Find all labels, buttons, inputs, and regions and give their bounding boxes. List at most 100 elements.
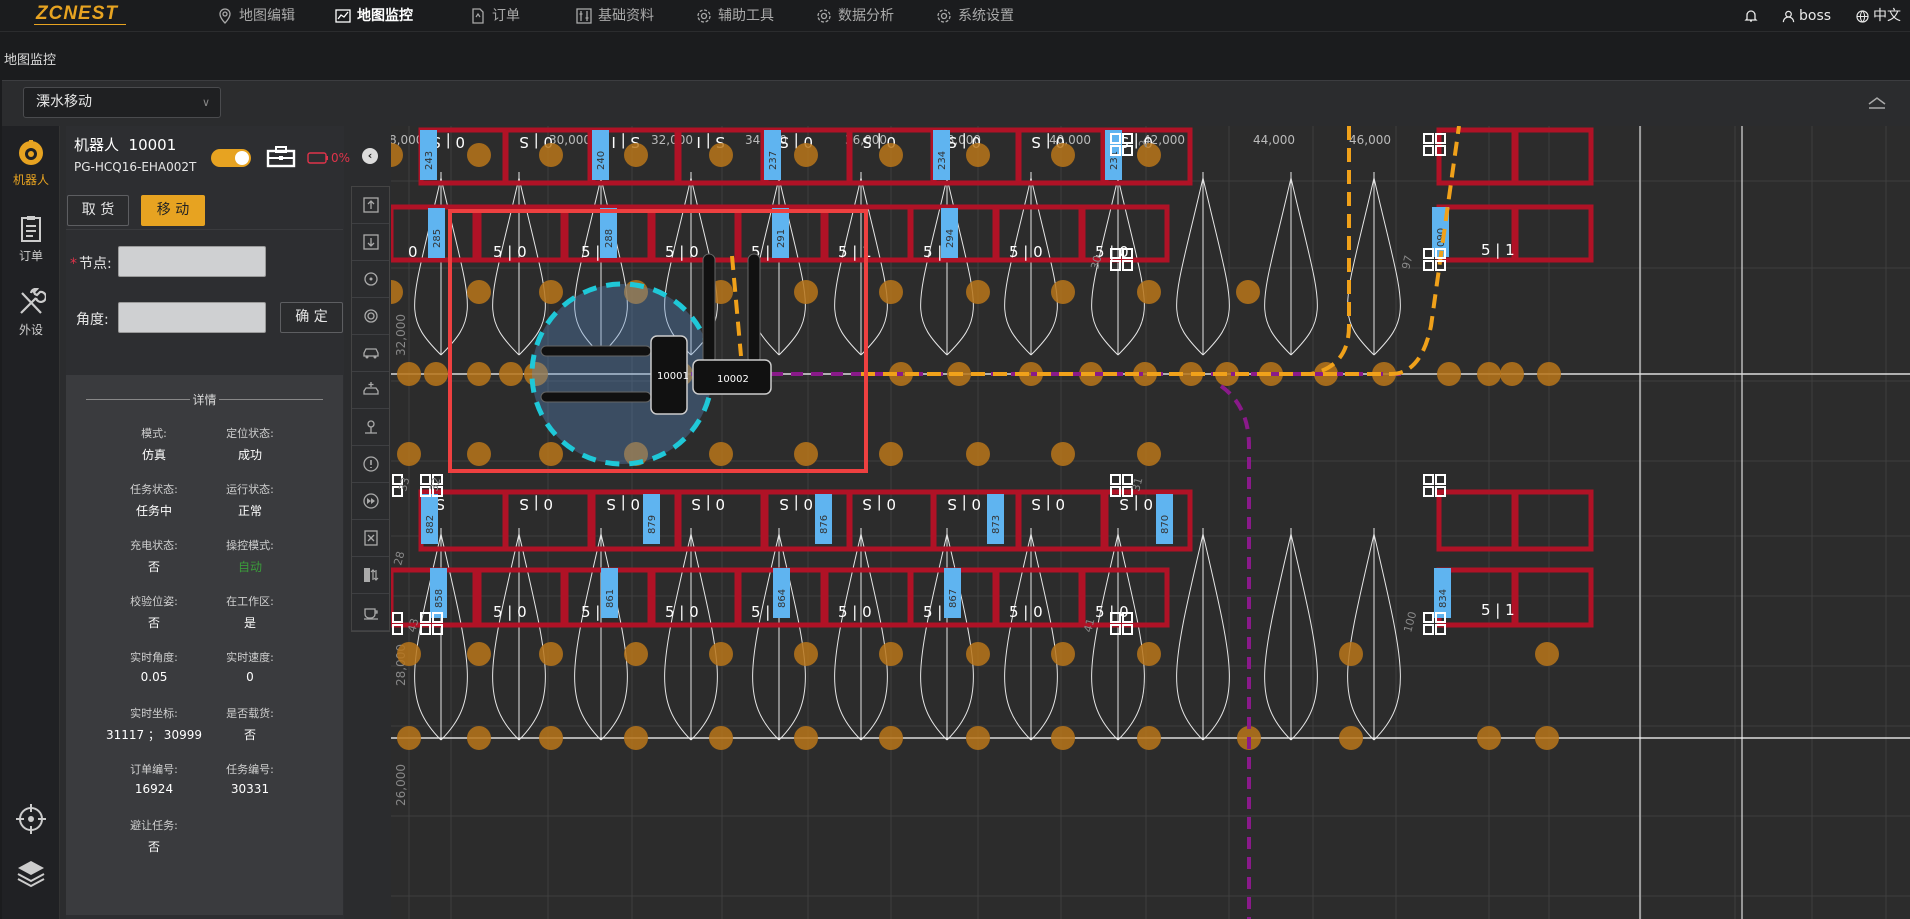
path-node <box>794 143 818 167</box>
nav-label: 数据分析 <box>838 8 894 24</box>
rail-item-orders[interactable]: 订单 <box>2 214 60 264</box>
path-node <box>794 726 818 750</box>
nav-system-settings[interactable]: 系统设置 <box>936 0 1014 32</box>
rack-id-text: 876 <box>819 515 830 534</box>
qr-cell <box>1423 145 1434 156</box>
nav-map-edit[interactable]: 地图编辑 <box>217 0 295 32</box>
target-tool-button[interactable] <box>352 261 389 298</box>
route-curve <box>664 533 692 741</box>
area-select[interactable]: 溧水移动 ∨ <box>23 87 221 118</box>
path-node <box>1236 280 1260 304</box>
path-node <box>539 726 563 750</box>
path-node <box>397 726 421 750</box>
nav-label: 订单 <box>492 8 520 24</box>
route-curve <box>1004 533 1032 741</box>
path-node <box>879 642 903 666</box>
path-node <box>1500 362 1524 386</box>
path-node <box>424 362 448 386</box>
clear-icon <box>363 530 378 546</box>
upload-tool-button[interactable] <box>352 187 389 224</box>
nav-orders[interactable]: 订单 <box>470 0 520 32</box>
robot-title: 机器人 10001 <box>74 136 177 154</box>
slot-status-label: 5 | 0 <box>493 243 527 261</box>
collapse-toolbar-button[interactable] <box>1866 94 1888 110</box>
language-switch[interactable]: 中文 <box>1856 0 1901 32</box>
car-add-tool-button[interactable] <box>352 372 389 409</box>
alert-tool-button[interactable] <box>352 446 389 483</box>
language-label: 中文 <box>1873 8 1901 24</box>
node-number-label: 28 <box>391 550 407 567</box>
robot-enable-toggle[interactable] <box>211 149 251 167</box>
pin-tool-button[interactable] <box>352 409 389 446</box>
path-node <box>1537 362 1561 386</box>
slot-status-label: 0 | S <box>779 495 813 513</box>
layers-button[interactable] <box>2 856 60 893</box>
nav-map-monitor[interactable]: 地图监控 <box>335 0 413 32</box>
route-curve <box>440 533 468 741</box>
path-node <box>709 442 733 466</box>
rack-id-text: 858 <box>434 589 445 608</box>
nav-label: 系统设置 <box>958 8 1014 24</box>
cup-tool-button[interactable] <box>352 594 389 631</box>
notification-button[interactable] <box>1744 0 1758 32</box>
route-curve <box>600 533 628 741</box>
route-curve <box>574 533 602 741</box>
user-menu[interactable]: boss <box>1782 0 1831 32</box>
fast-forward-tool-button[interactable] <box>352 483 389 520</box>
rack-slot <box>1513 567 1594 628</box>
battery-level: 0% <box>331 151 351 165</box>
pick-cargo-button[interactable]: 取 货 <box>67 195 129 226</box>
qr-cell <box>1423 248 1434 259</box>
nav-base-data[interactable]: 基础资料 <box>576 0 654 32</box>
path-node <box>1137 280 1161 304</box>
path-node <box>1477 726 1501 750</box>
confirm-button[interactable]: 确 定 <box>280 302 343 333</box>
rack-id-text: 291 <box>776 229 787 248</box>
qr-cell <box>1423 624 1434 635</box>
briefcase-icon[interactable] <box>266 146 296 168</box>
tools-icon <box>20 288 46 314</box>
path-node <box>966 143 990 167</box>
path-node <box>1437 362 1461 386</box>
route-curve <box>1202 177 1230 356</box>
robot-id-label: 10002 <box>717 374 749 385</box>
locate-button[interactable] <box>2 802 60 839</box>
slot-status-label: 5 | 0 <box>665 243 699 261</box>
route-curve <box>860 533 888 741</box>
planned-route-orange <box>730 255 743 357</box>
rack-id-text: 861 <box>605 589 616 608</box>
qr-cell <box>1423 133 1434 144</box>
clear-tool-button[interactable] <box>352 520 389 557</box>
move-button[interactable]: 移 动 <box>141 195 205 226</box>
route-curve <box>1347 533 1375 741</box>
focus-tool-button[interactable] <box>352 298 389 335</box>
path-node <box>467 362 491 386</box>
rack-id-text: 234 <box>937 151 948 170</box>
path-node <box>467 726 491 750</box>
angle-input[interactable] <box>118 302 266 333</box>
path-node <box>966 280 990 304</box>
rail-label: 机器人 <box>12 173 49 187</box>
robot-model: PG-HCQ16-EHA002T <box>74 160 197 174</box>
layers-icon <box>17 861 45 888</box>
nav-aux-tools[interactable]: 辅助工具 <box>696 0 774 32</box>
chart-line-icon <box>335 9 351 23</box>
rack-slot <box>1513 204 1594 263</box>
sort-tool-button[interactable] <box>352 557 389 594</box>
download-tool-button[interactable] <box>352 224 389 261</box>
node-input[interactable] <box>118 246 266 277</box>
nav-data-analysis[interactable]: 数据分析 <box>816 0 894 32</box>
detail-value: 否 <box>243 728 256 742</box>
route-curve <box>1347 177 1375 356</box>
collapse-panel-button[interactable]: ‹ <box>362 148 378 164</box>
warehouse-map[interactable]: 30,00032,00034,00036,00038,00040,00042,0… <box>391 126 1910 919</box>
path-node <box>966 442 990 466</box>
slot-status-label: 5 | 0 <box>665 603 699 621</box>
car-tool-button[interactable] <box>352 335 389 372</box>
route-curve <box>1117 533 1145 741</box>
robot-fork <box>702 253 716 365</box>
route-curve <box>752 533 780 741</box>
rail-item-robot[interactable]: 机器人 <box>2 138 60 188</box>
path-node <box>1477 362 1501 386</box>
rail-item-peripherals[interactable]: 外设 <box>2 288 60 338</box>
